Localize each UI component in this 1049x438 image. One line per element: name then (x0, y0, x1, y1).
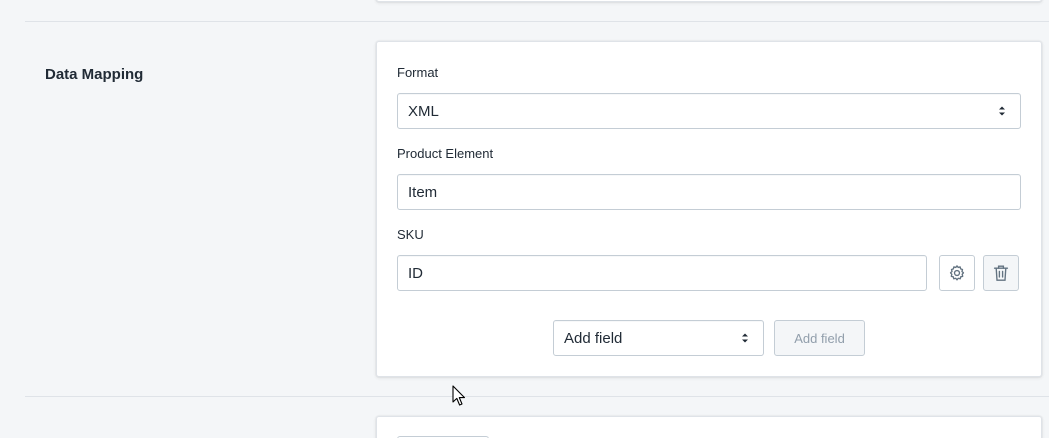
add-field-button[interactable]: Add field (774, 320, 865, 356)
section-divider-top (25, 21, 1049, 22)
section-title: Data Mapping (45, 66, 144, 83)
sku-label: SKU (397, 227, 424, 242)
product-element-label: Product Element (397, 146, 494, 161)
product-element-input[interactable]: Item (397, 174, 1021, 210)
add-field-select[interactable]: Add field (553, 320, 764, 356)
sku-value: ID (408, 264, 423, 282)
sku-input[interactable]: ID (397, 255, 927, 291)
select-arrows-icon (742, 333, 748, 343)
select-arrows-icon (999, 106, 1005, 116)
sku-delete-button[interactable] (983, 255, 1019, 291)
gear-icon (949, 265, 965, 281)
next-card (376, 416, 1042, 438)
sku-settings-button[interactable] (939, 255, 975, 291)
mouse-pointer-icon (452, 385, 466, 406)
format-label: Format (397, 65, 439, 80)
trash-icon (993, 265, 1009, 281)
product-element-value: Item (408, 183, 438, 201)
section-divider-bottom (25, 396, 1049, 397)
format-select-value: XML (408, 102, 439, 120)
format-select[interactable]: XML (397, 93, 1021, 129)
data-mapping-card: Format XML Product Element Item SKU ID A… (376, 41, 1042, 377)
page: Data Mapping Format XML Product Element … (0, 0, 1049, 438)
add-field-select-value: Add field (564, 329, 623, 347)
previous-card (376, 0, 1042, 2)
